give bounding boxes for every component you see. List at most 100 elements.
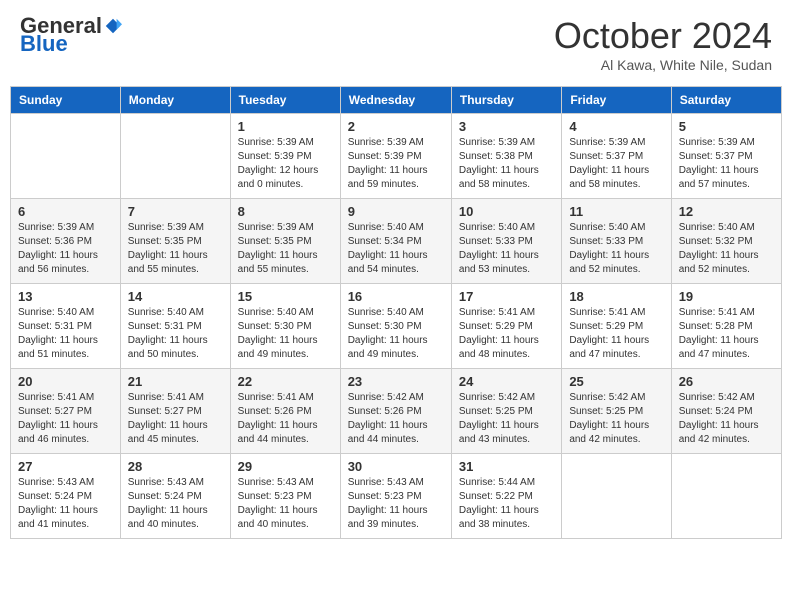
day-number: 23: [348, 374, 444, 389]
calendar-cell: 19 Sunrise: 5:41 AM Sunset: 5:28 PM Dayli…: [671, 284, 781, 369]
header-saturday: Saturday: [671, 87, 781, 114]
day-number: 31: [459, 459, 554, 474]
day-info: Sunrise: 5:39 AM Sunset: 5:35 PM Dayligh…: [238, 221, 333, 277]
logo-icon: [104, 17, 122, 35]
day-info: Sunrise: 5:40 AM Sunset: 5:34 PM Dayligh…: [348, 221, 444, 277]
calendar-cell: 31 Sunrise: 5:44 AM Sunset: 5:22 PM Dayli…: [451, 454, 561, 539]
day-number: 26: [679, 374, 774, 389]
day-number: 4: [569, 119, 663, 134]
header-friday: Friday: [562, 87, 671, 114]
day-number: 30: [348, 459, 444, 474]
day-info: Sunrise: 5:40 AM Sunset: 5:30 PM Dayligh…: [348, 306, 444, 362]
day-number: 18: [569, 289, 663, 304]
day-info: Sunrise: 5:42 AM Sunset: 5:25 PM Dayligh…: [459, 391, 554, 447]
calendar-cell: 9 Sunrise: 5:40 AM Sunset: 5:34 PM Daylig…: [340, 199, 451, 284]
day-number: 17: [459, 289, 554, 304]
logo: General Blue: [20, 15, 122, 55]
calendar-week-2: 6 Sunrise: 5:39 AM Sunset: 5:36 PM Daylig…: [11, 199, 782, 284]
day-info: Sunrise: 5:42 AM Sunset: 5:24 PM Dayligh…: [679, 391, 774, 447]
calendar-cell: 21Sunrise: 5:41 AM Sunset: 5:27 PM Dayli…: [120, 369, 230, 454]
day-info: Sunrise: 5:40 AM Sunset: 5:30 PM Dayligh…: [238, 306, 333, 362]
calendar-cell: 26 Sunrise: 5:42 AM Sunset: 5:24 PM Dayli…: [671, 369, 781, 454]
day-info: Sunrise: 5:40 AM Sunset: 5:32 PM Dayligh…: [679, 221, 774, 277]
day-info: Sunrise: 5:43 AM Sunset: 5:23 PM Dayligh…: [238, 476, 333, 532]
day-info: Sunrise: 5:39 AM Sunset: 5:36 PM Dayligh…: [18, 221, 113, 277]
calendar-cell: 14Sunrise: 5:40 AM Sunset: 5:31 PM Dayli…: [120, 284, 230, 369]
calendar-week-1: 1Sunrise: 5:39 AM Sunset: 5:39 PM Daylig…: [11, 114, 782, 199]
day-info: Sunrise: 5:41 AM Sunset: 5:29 PM Dayligh…: [569, 306, 663, 362]
calendar-cell: 28Sunrise: 5:43 AM Sunset: 5:24 PM Dayli…: [120, 454, 230, 539]
header-tuesday: Tuesday: [230, 87, 340, 114]
day-number: 2: [348, 119, 444, 134]
day-info: Sunrise: 5:39 AM Sunset: 5:39 PM Dayligh…: [348, 136, 444, 192]
calendar-cell: 10Sunrise: 5:40 AM Sunset: 5:33 PM Dayli…: [451, 199, 561, 284]
calendar-cell: 27 Sunrise: 5:43 AM Sunset: 5:24 PM Dayli…: [11, 454, 121, 539]
calendar-cell: 23 Sunrise: 5:42 AM Sunset: 5:26 PM Dayli…: [340, 369, 451, 454]
calendar-cell: 24 Sunrise: 5:42 AM Sunset: 5:25 PM Dayli…: [451, 369, 561, 454]
day-info: Sunrise: 5:40 AM Sunset: 5:31 PM Dayligh…: [18, 306, 113, 362]
day-number: 9: [348, 204, 444, 219]
calendar-cell: 7 Sunrise: 5:39 AM Sunset: 5:35 PM Daylig…: [120, 199, 230, 284]
day-number: 16: [348, 289, 444, 304]
calendar-cell: 11 Sunrise: 5:40 AM Sunset: 5:33 PM Dayli…: [562, 199, 671, 284]
day-number: 15: [238, 289, 333, 304]
page-header: General Blue October 2024 Al Kawa, White…: [10, 10, 782, 78]
day-number: 6: [18, 204, 113, 219]
calendar-cell: 5 Sunrise: 5:39 AM Sunset: 5:37 PM Daylig…: [671, 114, 781, 199]
day-number: 12: [679, 204, 774, 219]
calendar-cell: 1Sunrise: 5:39 AM Sunset: 5:39 PM Daylig…: [230, 114, 340, 199]
day-number: 27: [18, 459, 113, 474]
calendar-cell: 6 Sunrise: 5:39 AM Sunset: 5:36 PM Daylig…: [11, 199, 121, 284]
calendar-cell: [120, 114, 230, 199]
logo-blue-text: Blue: [20, 33, 68, 55]
calendar-cell: 12 Sunrise: 5:40 AM Sunset: 5:32 PM Dayli…: [671, 199, 781, 284]
location-text: Al Kawa, White Nile, Sudan: [554, 57, 772, 73]
header-sunday: Sunday: [11, 87, 121, 114]
day-number: 25: [569, 374, 663, 389]
calendar-cell: 20Sunrise: 5:41 AM Sunset: 5:27 PM Dayli…: [11, 369, 121, 454]
day-number: 19: [679, 289, 774, 304]
title-section: October 2024 Al Kawa, White Nile, Sudan: [554, 15, 772, 73]
day-number: 21: [128, 374, 223, 389]
calendar-cell: 30 Sunrise: 5:43 AM Sunset: 5:23 PM Dayli…: [340, 454, 451, 539]
day-info: Sunrise: 5:41 AM Sunset: 5:27 PM Dayligh…: [18, 391, 113, 447]
day-info: Sunrise: 5:43 AM Sunset: 5:24 PM Dayligh…: [128, 476, 223, 532]
day-info: Sunrise: 5:40 AM Sunset: 5:33 PM Dayligh…: [459, 221, 554, 277]
day-info: Sunrise: 5:39 AM Sunset: 5:38 PM Dayligh…: [459, 136, 554, 192]
day-info: Sunrise: 5:43 AM Sunset: 5:23 PM Dayligh…: [348, 476, 444, 532]
calendar-cell: 8 Sunrise: 5:39 AM Sunset: 5:35 PM Daylig…: [230, 199, 340, 284]
day-info: Sunrise: 5:41 AM Sunset: 5:26 PM Dayligh…: [238, 391, 333, 447]
day-info: Sunrise: 5:42 AM Sunset: 5:25 PM Dayligh…: [569, 391, 663, 447]
month-title: October 2024: [554, 15, 772, 57]
day-number: 8: [238, 204, 333, 219]
day-number: 24: [459, 374, 554, 389]
day-info: Sunrise: 5:39 AM Sunset: 5:39 PM Dayligh…: [238, 136, 333, 192]
day-number: 13: [18, 289, 113, 304]
calendar-cell: [671, 454, 781, 539]
day-info: Sunrise: 5:39 AM Sunset: 5:37 PM Dayligh…: [569, 136, 663, 192]
calendar-cell: 15 Sunrise: 5:40 AM Sunset: 5:30 PM Dayli…: [230, 284, 340, 369]
day-number: 29: [238, 459, 333, 474]
calendar-week-3: 13 Sunrise: 5:40 AM Sunset: 5:31 PM Dayli…: [11, 284, 782, 369]
day-info: Sunrise: 5:39 AM Sunset: 5:35 PM Dayligh…: [128, 221, 223, 277]
day-info: Sunrise: 5:44 AM Sunset: 5:22 PM Dayligh…: [459, 476, 554, 532]
calendar-cell: 3 Sunrise: 5:39 AM Sunset: 5:38 PM Daylig…: [451, 114, 561, 199]
calendar-table: SundayMondayTuesdayWednesdayThursdayFrid…: [10, 86, 782, 539]
day-number: 5: [679, 119, 774, 134]
day-number: 3: [459, 119, 554, 134]
calendar-header-row: SundayMondayTuesdayWednesdayThursdayFrid…: [11, 87, 782, 114]
calendar-cell: [11, 114, 121, 199]
day-info: Sunrise: 5:42 AM Sunset: 5:26 PM Dayligh…: [348, 391, 444, 447]
calendar-cell: 4 Sunrise: 5:39 AM Sunset: 5:37 PM Daylig…: [562, 114, 671, 199]
day-number: 7: [128, 204, 223, 219]
calendar-cell: 17 Sunrise: 5:41 AM Sunset: 5:29 PM Dayli…: [451, 284, 561, 369]
day-info: Sunrise: 5:41 AM Sunset: 5:29 PM Dayligh…: [459, 306, 554, 362]
day-info: Sunrise: 5:41 AM Sunset: 5:28 PM Dayligh…: [679, 306, 774, 362]
day-number: 11: [569, 204, 663, 219]
calendar-cell: 22Sunrise: 5:41 AM Sunset: 5:26 PM Dayli…: [230, 369, 340, 454]
calendar-cell: 29 Sunrise: 5:43 AM Sunset: 5:23 PM Dayli…: [230, 454, 340, 539]
day-info: Sunrise: 5:39 AM Sunset: 5:37 PM Dayligh…: [679, 136, 774, 192]
day-info: Sunrise: 5:43 AM Sunset: 5:24 PM Dayligh…: [18, 476, 113, 532]
day-info: Sunrise: 5:40 AM Sunset: 5:33 PM Dayligh…: [569, 221, 663, 277]
calendar-cell: 18 Sunrise: 5:41 AM Sunset: 5:29 PM Dayli…: [562, 284, 671, 369]
